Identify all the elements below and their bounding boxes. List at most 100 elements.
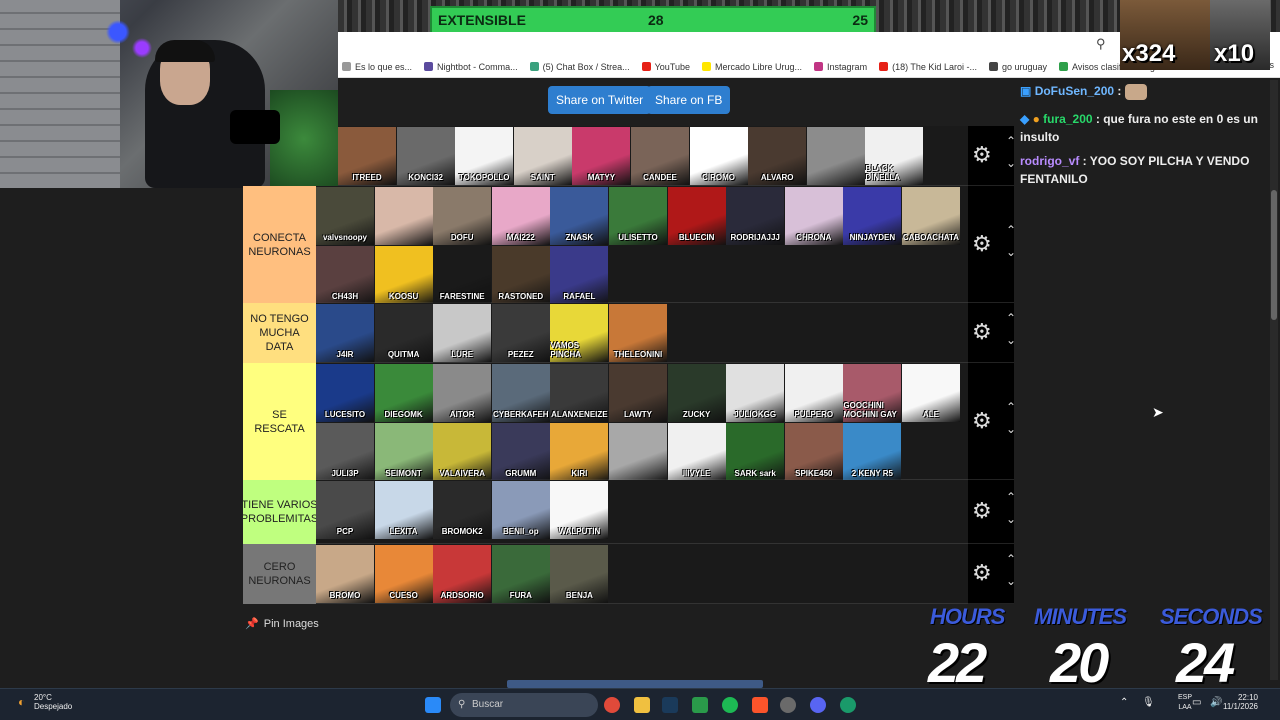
tier-tile[interactable]: 2 KENY R5	[843, 422, 902, 481]
tier-tile[interactable]: KIRI	[550, 422, 609, 481]
tier-tile[interactable]: AITOR	[433, 364, 492, 422]
tier-tile[interactable]: PEZEZ	[491, 304, 550, 362]
bookmark-item[interactable]: YouTube	[641, 62, 690, 72]
tier-tile[interactable]	[806, 127, 865, 185]
tier-tile[interactable]: PULPERO	[784, 364, 843, 422]
tier-tile[interactable]: CH43H	[316, 245, 374, 304]
bookmark-item[interactable]: Nightbot - Comma...	[424, 62, 518, 72]
tier-tile[interactable]: ALE	[902, 364, 960, 422]
bookmark-item[interactable]: (5) Chat Box / Strea...	[529, 62, 630, 72]
tier-tile[interactable]: VAMOS PINCHA	[550, 304, 609, 362]
tier-label[interactable]: SE RESCATA	[243, 363, 316, 480]
tier-tile[interactable]: CABOACHATA	[902, 187, 960, 245]
tier-settings-gear-icon[interactable]: ⚙	[972, 142, 992, 168]
tier-settings-gear-icon[interactable]: ⚙	[972, 560, 992, 586]
tier-tile[interactable]: SARK sark	[726, 422, 785, 481]
tier-tile[interactable]: JULI3P	[316, 422, 374, 481]
tier-tile[interactable]: FURA	[491, 545, 550, 603]
tier-settings-gear-icon[interactable]: ⚙	[972, 231, 992, 257]
tier-label[interactable]: CONECTA NEURONAS	[243, 186, 316, 303]
tier-tile[interactable]: CHRONA	[784, 187, 843, 245]
share-twitter-button[interactable]: Share on Twitter	[548, 86, 652, 114]
steam-icon[interactable]	[662, 697, 678, 713]
chat-username[interactable]: rodrigo_vf	[1020, 154, 1079, 168]
tier-tile[interactable]: RODRIJAJJJ	[726, 187, 785, 245]
tier-tile[interactable]: THELEONINI	[609, 304, 667, 362]
language-indicator[interactable]: ESP LAA	[1178, 693, 1192, 713]
zoom-icon[interactable]: ⚲	[1096, 36, 1106, 52]
bookmark-item[interactable]: Mercado Libre Urug...	[702, 62, 802, 72]
tier-tile[interactable]: valvsnoopy	[316, 187, 374, 245]
bookmark-item[interactable]: Es lo que es...	[342, 62, 412, 72]
tier-tile[interactable]: LUCESITO	[316, 364, 374, 422]
tier-tile[interactable]: FARESTINE	[433, 245, 492, 304]
share-fb-button[interactable]: Share on FB	[647, 86, 731, 114]
spotify-icon[interactable]	[722, 697, 738, 713]
app-icon[interactable]	[840, 697, 856, 713]
tier-settings-gear-icon[interactable]: ⚙	[972, 408, 992, 434]
tier-tile[interactable]: GRUMM	[491, 422, 550, 481]
horizontal-scrollbar[interactable]	[507, 680, 763, 688]
tier-tile[interactable]: ITREED	[338, 127, 396, 185]
tier-label[interactable]: TIENE VARIOS PROBLEMITAS	[241, 480, 318, 544]
tier-tile[interactable]: NINJAYDEN	[843, 187, 902, 245]
tier-tile[interactable]: ALANXENEIZE	[550, 364, 609, 422]
tier-tile[interactable]: RAFAEL	[550, 245, 609, 304]
chat-username[interactable]: DoFuSen_200	[1035, 84, 1114, 98]
tier-tile[interactable]: DOFU	[433, 187, 492, 245]
brave-icon[interactable]	[752, 697, 768, 713]
scrollbar-thumb[interactable]	[1271, 190, 1277, 320]
tier-tile[interactable]: CANDEE	[631, 127, 689, 185]
taskbar-search[interactable]: ⚲ Buscar	[450, 693, 598, 717]
bookmark-item[interactable]: Instagram	[814, 62, 867, 72]
tier-tile[interactable]	[609, 422, 667, 481]
microphone-icon[interactable]: 🎙	[1142, 697, 1155, 708]
network-icon[interactable]: ▭	[1192, 697, 1201, 708]
chat-username[interactable]: fura_200	[1043, 112, 1092, 126]
tier-tile[interactable]: SEIMONT	[374, 422, 433, 481]
tier-tile[interactable]: MAI222	[491, 187, 550, 245]
tier-tile[interactable]: BLACK DINELLA	[865, 127, 924, 185]
tier-tile[interactable]: JULIOKGG	[726, 364, 785, 422]
tier-settings-gear-icon[interactable]: ⚙	[972, 498, 992, 524]
tier-tile[interactable]: ZNASK	[550, 187, 609, 245]
tier-tile[interactable]: MATYY	[572, 127, 631, 185]
tier-tile[interactable]: ZUCKY	[667, 364, 726, 422]
tier-tile[interactable]: WALPUTIN	[550, 481, 609, 539]
tier-tile[interactable]: SAINT	[513, 127, 572, 185]
tier-tile[interactable]: DIEGOMK	[374, 364, 433, 422]
tier-tile[interactable]: PCP	[316, 481, 374, 539]
tier-tile[interactable]: ARDSORIO	[433, 545, 492, 603]
discord-icon[interactable]	[810, 697, 826, 713]
tray-chevron-icon[interactable]: ⌃	[1120, 697, 1128, 708]
tier-tile[interactable]: CIROMO	[689, 127, 748, 185]
bookmark-item[interactable]: (18) The Kid Laroi -...	[879, 62, 977, 72]
tier-tile[interactable]: RASTONED	[491, 245, 550, 304]
tier-tile[interactable]: LEXITA	[374, 481, 433, 539]
windows-start-icon[interactable]	[425, 697, 441, 713]
tier-tile[interactable]: J4IR	[316, 304, 374, 362]
tier-tile[interactable]: ALVARO	[748, 127, 807, 185]
obs-icon[interactable]	[780, 697, 796, 713]
tier-tile[interactable]: BROMOK2	[433, 481, 492, 539]
tier-tile[interactable]: ULISETTO	[609, 187, 667, 245]
tier-tile[interactable]: KOOSU	[374, 245, 433, 304]
tier-tile[interactable]: BENJA	[550, 545, 609, 603]
tier-tile[interactable]: IIIVYLE	[667, 422, 726, 481]
tier-settings-gear-icon[interactable]: ⚙	[972, 319, 992, 345]
tier-label[interactable]: CERO NEURONAS	[243, 544, 316, 604]
tier-tile[interactable]: BROMO	[316, 545, 374, 603]
tier-tile[interactable]: BENII_op	[491, 481, 550, 539]
bookmark-item[interactable]: go uruguay	[988, 62, 1047, 72]
tier-tile[interactable]: SPIKE450	[784, 422, 843, 481]
page-scrollbar[interactable]	[1270, 80, 1278, 680]
xbox-icon[interactable]	[692, 697, 708, 713]
tier-tile[interactable]: KONCI32	[396, 127, 455, 185]
volume-icon[interactable]: 🔊	[1210, 697, 1222, 708]
tier-label[interactable]: NO TENGO MUCHA DATA	[243, 303, 316, 363]
taskbar-clock[interactable]: 22:10 11/1/2026	[1223, 693, 1258, 711]
tier-tile[interactable]: LAWTY	[609, 364, 667, 422]
file-explorer-icon[interactable]	[634, 697, 650, 713]
tier-tile[interactable]	[374, 187, 433, 245]
tier-tile[interactable]: TOKOPOLLO	[455, 127, 514, 185]
